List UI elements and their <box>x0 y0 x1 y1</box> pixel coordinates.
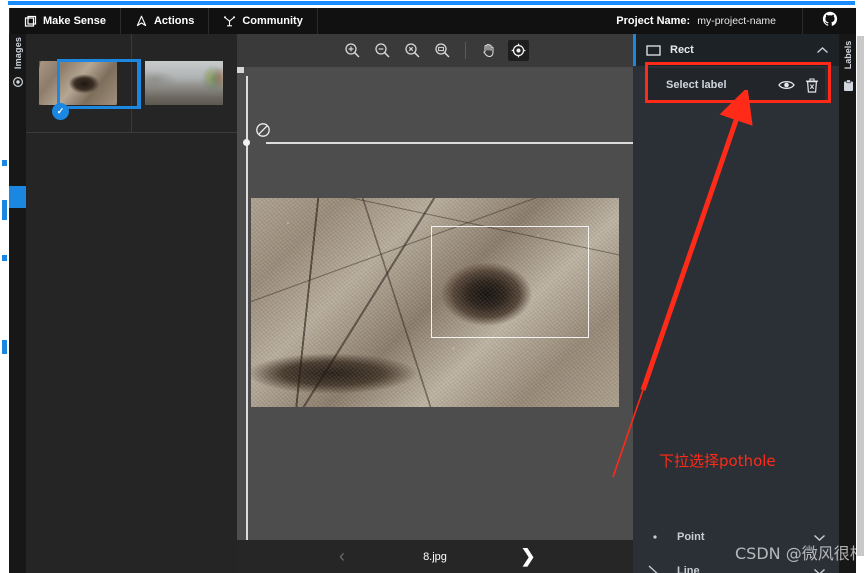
thumbnail-image-1[interactable] <box>145 61 224 105</box>
sidebar-tab-labels[interactable]: Labels <box>839 34 856 573</box>
browser-left-edge <box>0 0 9 573</box>
label-row-select-label[interactable]: Select label <box>647 68 825 102</box>
image-navigation-bar: ‹ 8.jpg ❯ <box>237 540 633 573</box>
zoom-out-icon <box>374 43 390 58</box>
pan-tool-button[interactable] <box>478 40 499 61</box>
labels-side-panel: Rect Select label Point Line <box>633 34 839 573</box>
center-tool-button[interactable] <box>507 40 529 61</box>
menu-item-actions[interactable]: Actions <box>121 8 210 34</box>
chevron-up-icon[interactable] <box>805 46 839 55</box>
sidebar-tab-images[interactable]: Images <box>9 34 26 573</box>
sidebar-tab-images-label: Images <box>13 36 23 70</box>
image-canvas-area[interactable]: ‹ 8.jpg ❯ <box>237 34 633 573</box>
app-logo-icon <box>24 15 37 28</box>
project-name-value[interactable]: my-project-name <box>697 15 776 27</box>
zoom-out-button[interactable] <box>372 40 393 61</box>
top-menu-bar: Make Sense Actions Community Project Nam… <box>9 8 856 34</box>
crosshair-horizontal-line <box>266 142 633 144</box>
point-icon <box>633 532 677 542</box>
scrollbar-thumb[interactable] <box>857 36 864 556</box>
rect-section-header[interactable]: Rect <box>636 34 839 66</box>
zoom-fit-icon <box>434 43 450 58</box>
project-name-display: Project Name: my-project-name <box>616 15 802 27</box>
canvas-scrollbar-thumb[interactable] <box>237 67 244 73</box>
canvas-toolbar <box>237 34 633 67</box>
thumbnail-image-0[interactable] <box>39 61 118 105</box>
crosshair-vertical-line <box>246 76 248 573</box>
actions-icon <box>135 15 148 28</box>
github-icon <box>822 11 838 32</box>
annotation-note-text: 下拉选择pothole <box>659 452 776 470</box>
pan-hand-icon <box>482 43 494 58</box>
browser-right-scrollbar[interactable] <box>856 8 865 573</box>
center-target-icon <box>511 43 525 58</box>
rect-icon <box>636 44 670 57</box>
zoom-reset-icon <box>404 43 420 58</box>
line-icon <box>633 564 677 573</box>
menu-item-actions-label: Actions <box>153 15 195 27</box>
select-label-dropdown[interactable]: Select label <box>647 79 773 91</box>
previous-image-button[interactable]: ‹ <box>324 540 360 573</box>
menu-item-make-sense-label: Make Sense <box>43 15 106 27</box>
gallery-item-1[interactable] <box>131 34 237 133</box>
zoom-in-button[interactable] <box>342 40 363 61</box>
gallery-row: ✓ <box>26 34 237 133</box>
page-loading-bar <box>8 1 855 5</box>
sidebar-tab-active-indicator <box>9 186 26 208</box>
github-button[interactable] <box>802 8 856 34</box>
no-drop-icon <box>255 122 271 138</box>
canvas-horizontal-scrollbar[interactable] <box>237 67 633 73</box>
label-tag-icon <box>842 78 854 92</box>
bounding-box-rect[interactable] <box>431 226 589 338</box>
toolbar-divider <box>464 42 466 59</box>
zoom-reset-button[interactable] <box>402 40 423 61</box>
images-icon <box>12 76 24 88</box>
shape-tool-line-label: Line <box>677 565 700 573</box>
eye-icon[interactable] <box>773 79 799 91</box>
next-image-button[interactable]: ❯ <box>510 540 546 573</box>
watermark-text: CSDN @微风很柯 <box>735 544 865 563</box>
chevron-down-icon-line[interactable] <box>799 567 839 573</box>
rect-section-title: Rect <box>670 44 694 56</box>
zoom-fit-button[interactable] <box>432 40 453 61</box>
project-name-label: Project Name: <box>616 15 691 27</box>
community-icon <box>223 15 236 28</box>
annotated-image[interactable] <box>251 198 619 407</box>
zoom-in-icon <box>344 43 360 58</box>
current-image-filename: 8.jpg <box>423 550 447 563</box>
menu-item-make-sense[interactable]: Make Sense <box>9 8 121 34</box>
thumbnail-checked-badge: ✓ <box>52 103 69 120</box>
app-root: Make Sense Actions Community Project Nam… <box>0 0 865 573</box>
image-gallery-panel: ✓ <box>26 34 237 573</box>
crosshair-anchor-dot <box>243 139 250 146</box>
sidebar-tab-labels-label: Labels <box>843 40 853 70</box>
trash-icon[interactable] <box>799 77 825 93</box>
menu-item-community[interactable]: Community <box>209 8 318 34</box>
menu-item-community-label: Community <box>242 15 303 27</box>
gallery-item-0[interactable]: ✓ <box>26 34 141 133</box>
